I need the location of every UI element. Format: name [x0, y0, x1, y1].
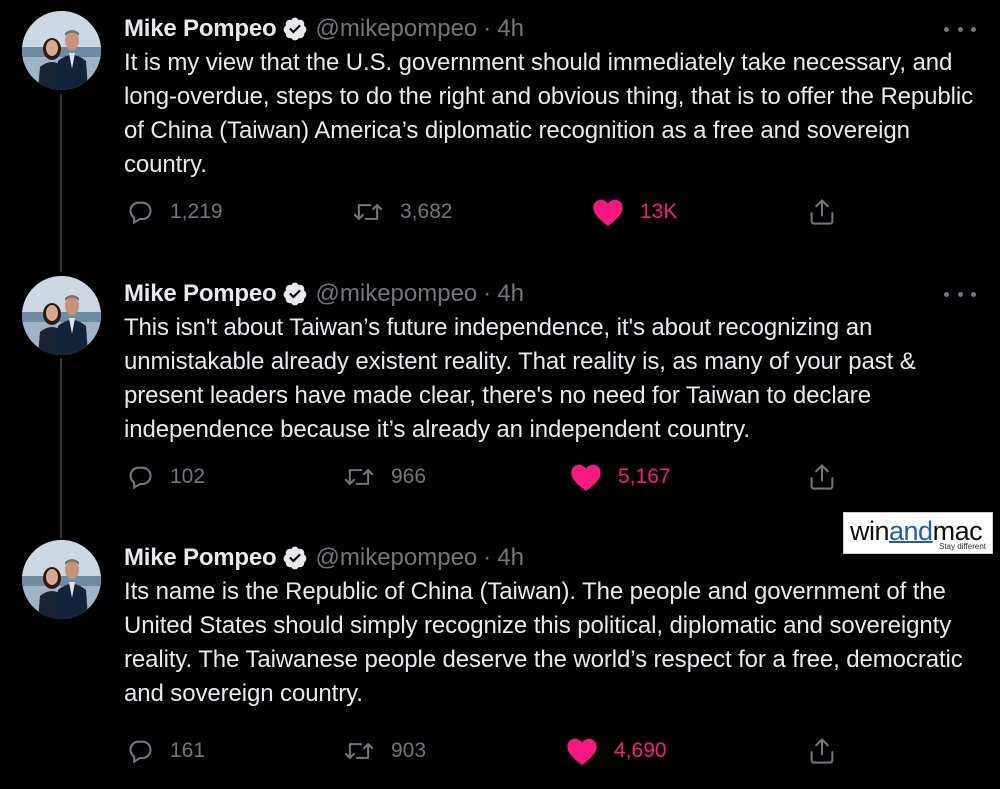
- timestamp[interactable]: 4h: [497, 15, 524, 43]
- user-handle[interactable]: @mikepompeo: [316, 280, 478, 308]
- tweet[interactable]: Mike Pompeo @mikepompeo · 4h Its name is…: [0, 529, 1000, 789]
- retweet-button[interactable]: 966: [343, 455, 426, 499]
- twitter-thread: Mike Pompeo @mikepompeo · 4h It is my vi…: [0, 0, 1000, 789]
- more-options-icon[interactable]: [944, 22, 976, 36]
- reply-icon: [126, 737, 154, 765]
- like-count: 13K: [640, 200, 678, 223]
- reply-button[interactable]: 1,219: [126, 190, 223, 234]
- share-button[interactable]: [808, 729, 836, 773]
- tweet-text: This isn't about Taiwan’s future indepen…: [124, 314, 916, 443]
- like-button[interactable]: 13K: [592, 190, 677, 234]
- watermark-and: and: [889, 516, 933, 546]
- separator-dot: ·: [483, 544, 492, 571]
- verified-badge-icon: [282, 16, 308, 42]
- retweet-button[interactable]: 903: [343, 729, 426, 773]
- tweet-text: Its name is the Republic of China (Taiwa…: [124, 578, 963, 707]
- retweet-icon: [343, 737, 375, 765]
- watermark-win: win: [850, 516, 890, 546]
- share-button[interactable]: [808, 455, 836, 499]
- verified-badge-icon: [282, 545, 308, 571]
- share-icon: [808, 197, 836, 227]
- avatar[interactable]: [22, 276, 101, 355]
- reply-button[interactable]: 161: [126, 729, 205, 773]
- retweet-icon: [343, 463, 375, 491]
- like-count: 5,167: [618, 465, 671, 488]
- avatar[interactable]: [22, 11, 101, 90]
- tweet-header: Mike Pompeo @mikepompeo · 4h: [124, 279, 524, 309]
- retweet-count: 903: [391, 739, 427, 762]
- more-options-icon[interactable]: [944, 287, 976, 301]
- heart-icon: [592, 197, 624, 227]
- retweet-icon: [352, 198, 384, 226]
- user-handle[interactable]: @mikepompeo: [316, 544, 478, 572]
- tweet-header: Mike Pompeo @mikepompeo · 4h: [124, 543, 524, 573]
- tweet[interactable]: Mike Pompeo @mikepompeo · 4h This isn't …: [0, 265, 1000, 530]
- reply-icon: [126, 198, 154, 226]
- tweet[interactable]: Mike Pompeo @mikepompeo · 4h It is my vi…: [0, 0, 1000, 265]
- tweet-actions: 161 903 4,690: [0, 729, 1000, 773]
- share-button[interactable]: [808, 190, 836, 234]
- reply-count: 102: [170, 465, 206, 488]
- display-name[interactable]: Mike Pompeo: [124, 280, 277, 308]
- retweet-count: 3,682: [400, 200, 453, 223]
- tweet-actions: 102 966 5,167: [0, 455, 1000, 499]
- reply-count: 1,219: [170, 200, 223, 223]
- separator-dot: ·: [483, 280, 492, 307]
- reply-button[interactable]: 102: [126, 455, 205, 499]
- retweet-count: 966: [391, 465, 427, 488]
- tweet-text: It is my view that the U.S. government s…: [124, 49, 974, 178]
- tweet-header: Mike Pompeo @mikepompeo · 4h: [124, 14, 524, 44]
- share-icon: [808, 736, 836, 766]
- heart-icon: [570, 462, 602, 492]
- verified-badge-icon: [282, 281, 308, 307]
- timestamp[interactable]: 4h: [497, 280, 524, 308]
- like-button[interactable]: 4,690: [566, 729, 667, 773]
- watermark-logo: winandmac Stay different: [843, 512, 993, 554]
- share-icon: [808, 462, 836, 492]
- timestamp[interactable]: 4h: [497, 544, 524, 572]
- reply-icon: [126, 463, 154, 491]
- heart-icon: [566, 736, 598, 766]
- like-count: 4,690: [614, 739, 667, 762]
- tweet-actions: 1,219 3,682 13K: [0, 190, 1000, 234]
- display-name[interactable]: Mike Pompeo: [124, 15, 277, 43]
- retweet-button[interactable]: 3,682: [352, 190, 453, 234]
- separator-dot: ·: [483, 15, 492, 42]
- watermark-tagline: Stay different: [939, 542, 986, 551]
- display-name[interactable]: Mike Pompeo: [124, 544, 277, 572]
- reply-count: 161: [170, 739, 206, 762]
- like-button[interactable]: 5,167: [570, 455, 671, 499]
- user-handle[interactable]: @mikepompeo: [316, 15, 478, 43]
- avatar[interactable]: [22, 540, 101, 619]
